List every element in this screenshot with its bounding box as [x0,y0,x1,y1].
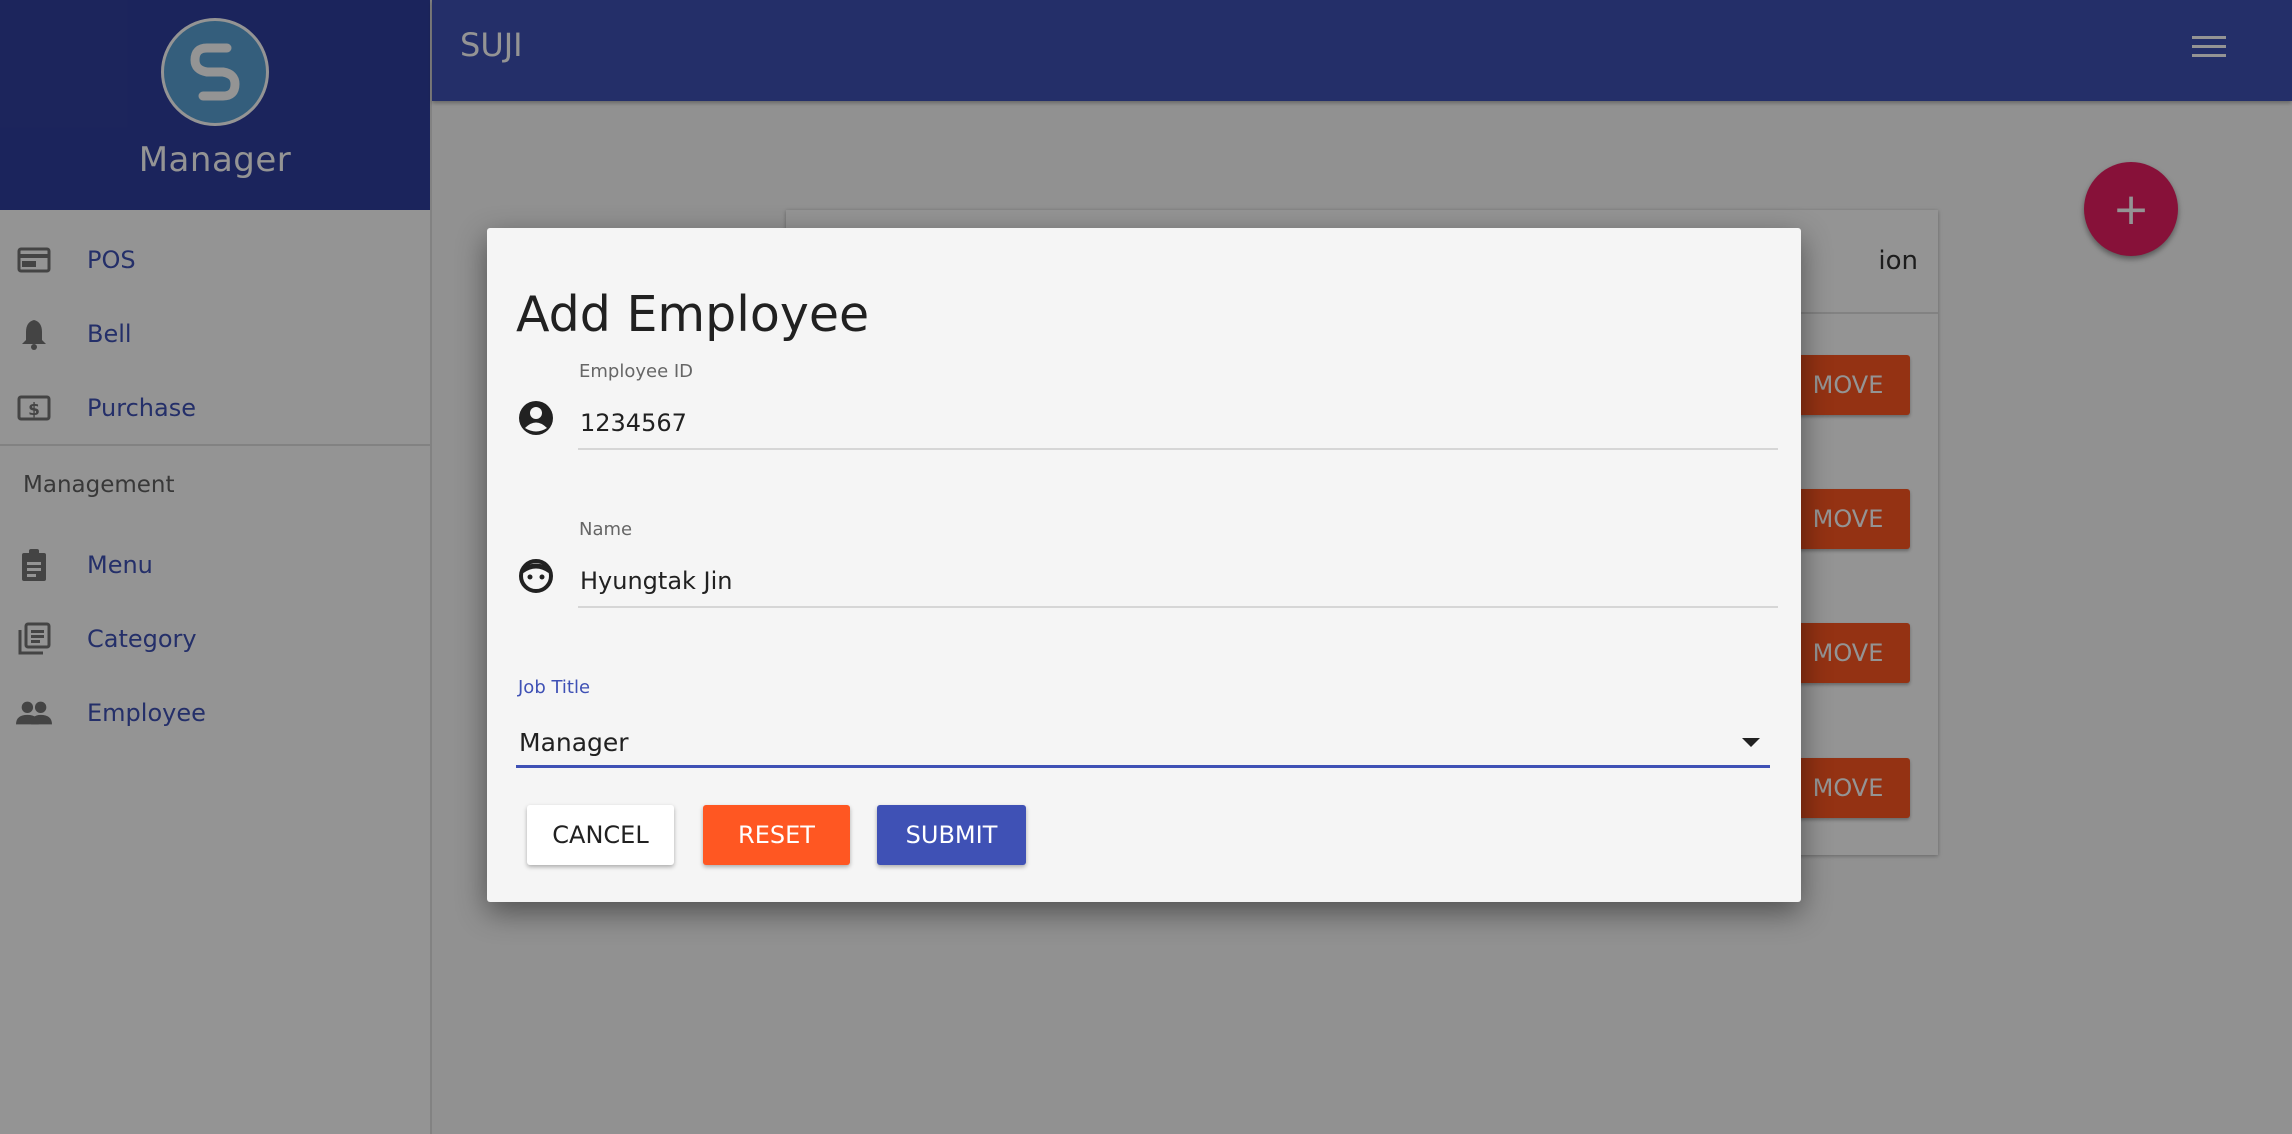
employee-id-input[interactable] [578,404,1778,450]
job-title-select[interactable]: Manager [516,720,1770,768]
name-input[interactable] [578,562,1778,608]
submit-button[interactable]: SUBMIT [877,805,1026,865]
account-circle-icon [517,399,555,437]
reset-button[interactable]: RESET [703,805,850,865]
chevron-down-icon [1742,738,1760,747]
job-title-value: Manager [519,728,629,757]
cancel-button[interactable]: CANCEL [527,805,674,865]
employee-id-label: Employee ID [579,361,694,382]
add-employee-dialog: Add Employee Employee ID Name Job Title … [487,228,1801,902]
name-label: Name [579,519,633,540]
job-title-label: Job Title [518,677,591,698]
face-icon [517,557,555,595]
dialog-title: Add Employee [516,286,870,343]
